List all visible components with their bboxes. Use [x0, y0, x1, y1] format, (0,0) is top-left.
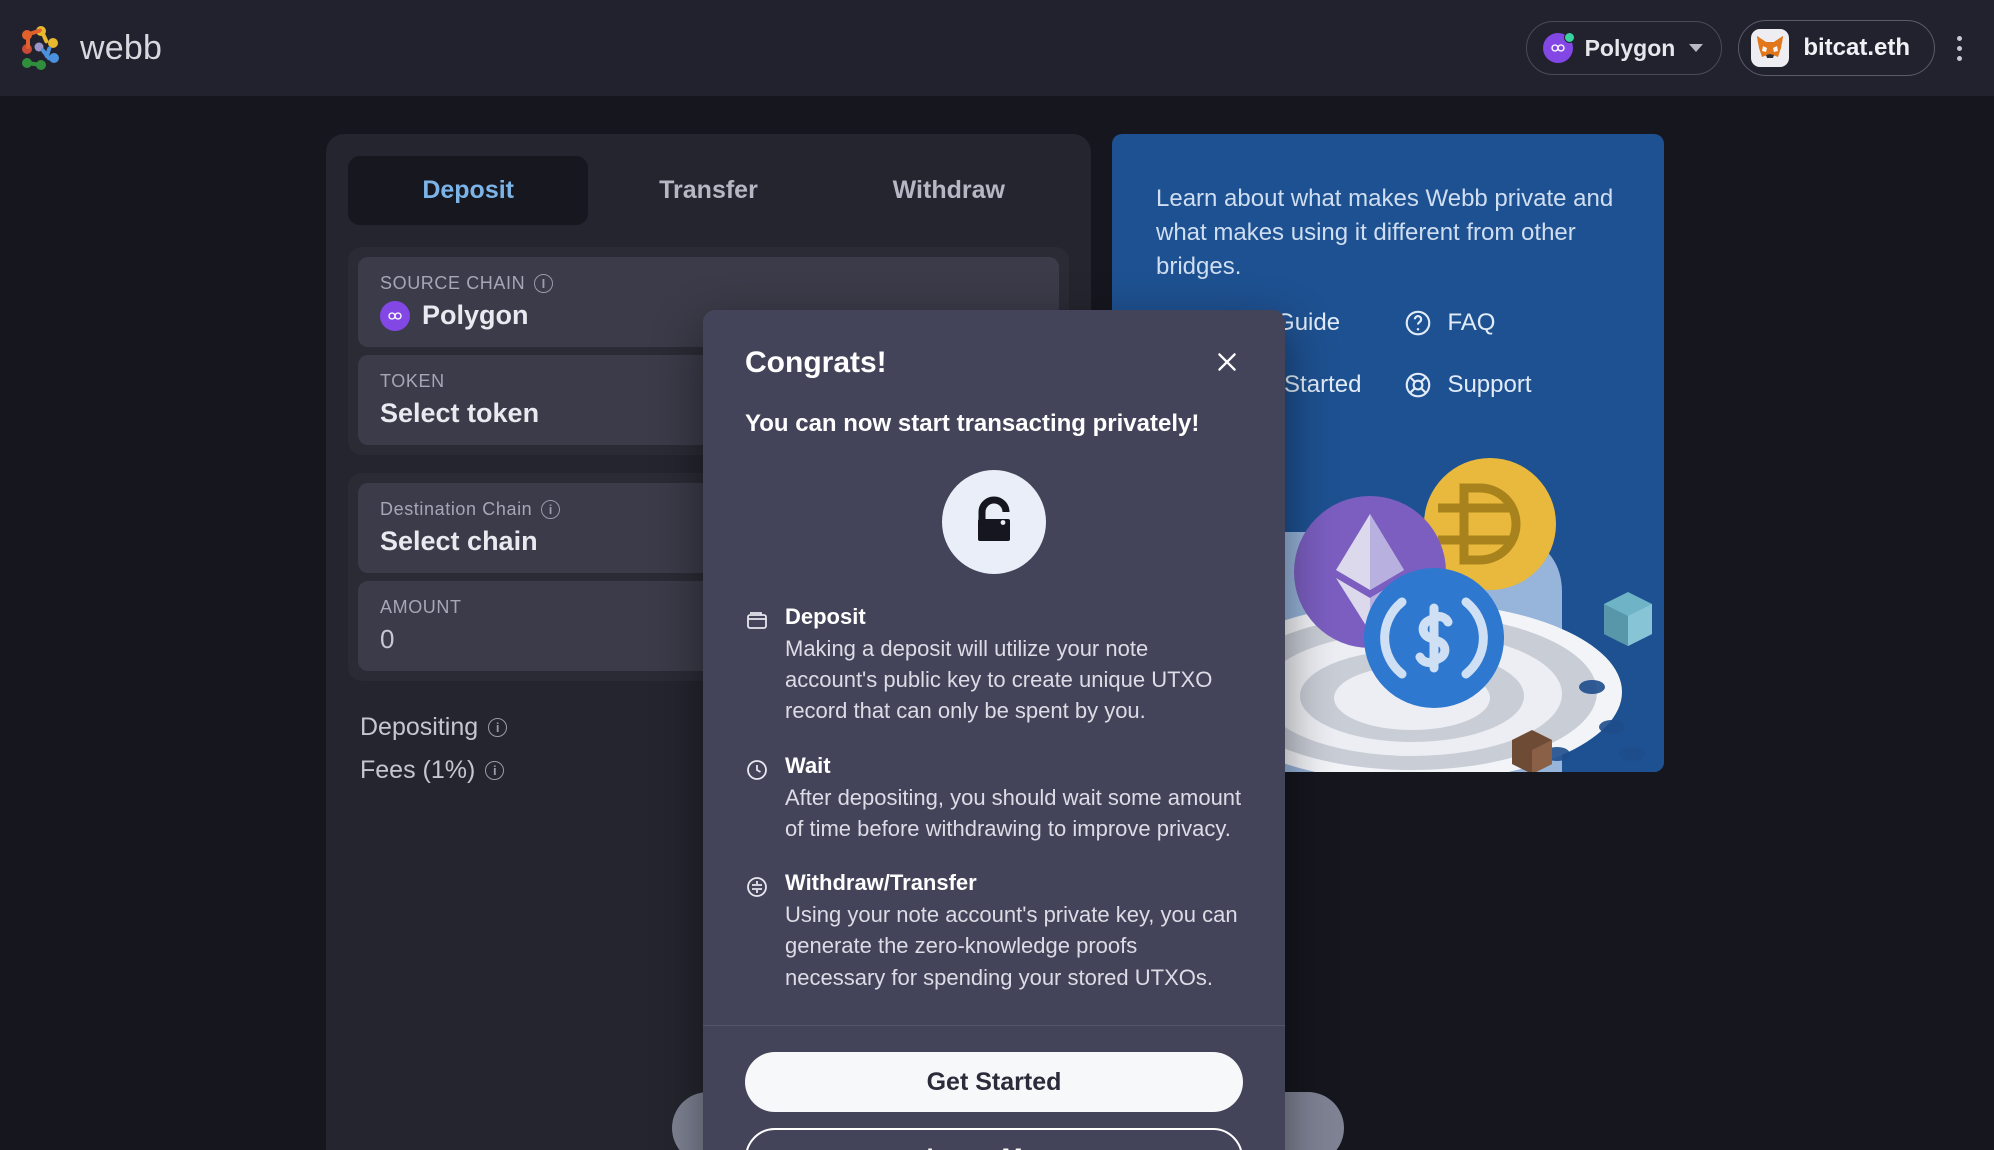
info-icon[interactable]: i — [534, 274, 554, 293]
tab-transfer[interactable]: Transfer — [588, 156, 828, 225]
webb-logo-icon — [18, 24, 66, 72]
source-chain-label: SOURCE CHAIN — [380, 273, 526, 293]
modal-hero — [703, 438, 1285, 580]
app-header: webb Polygon bitcat.eth — [0, 0, 1994, 96]
modal-item-wait: Wait After depositing, you should wait s… — [745, 753, 1243, 844]
modal-title: Congrats! — [745, 346, 887, 379]
account-label: bitcat.eth — [1803, 34, 1910, 61]
info-icon[interactable]: i — [485, 761, 505, 780]
bridge-tabs: Deposit Transfer Withdraw — [326, 134, 1091, 225]
modal-item-description: Using your note account's private key, y… — [785, 902, 1238, 990]
question-circle-icon — [1403, 308, 1433, 338]
status-badge — [1563, 32, 1575, 43]
chain-selector-button[interactable]: Polygon — [1525, 21, 1723, 75]
modal-item-withdraw-transfer: Withdraw/Transfer Using your note accoun… — [745, 870, 1243, 993]
info-icon[interactable]: i — [488, 718, 508, 737]
wallet-icon — [745, 609, 769, 633]
link-support-label: Support — [1447, 371, 1532, 399]
modal-item-description: After depositing, you should wait some a… — [785, 784, 1242, 841]
kebab-menu-icon[interactable] — [1951, 26, 1968, 71]
modal-footer: Get Started Learn More — [703, 1025, 1285, 1150]
polygon-chain-icon — [380, 300, 410, 331]
fees-label: Fees (1%) — [360, 756, 476, 784]
chain-selector-label: Polygon — [1584, 34, 1676, 61]
link-faq-label: FAQ — [1447, 309, 1496, 337]
modal-item-title: Wait — [785, 752, 831, 778]
chevron-down-icon — [1689, 44, 1704, 52]
lock-icon — [942, 470, 1046, 574]
modal-item-title: Withdraw/Transfer — [785, 870, 977, 896]
amount-label: AMOUNT — [380, 597, 462, 617]
tab-deposit[interactable]: Deposit — [348, 156, 589, 225]
modal-item-description: Making a deposit will utilize your note … — [785, 636, 1213, 724]
link-faq[interactable]: FAQ — [1403, 308, 1531, 338]
info-panel-description: Learn about what makes Webb private and … — [1156, 185, 1614, 281]
transfer-circle-icon — [745, 875, 769, 899]
get-started-button[interactable]: Get Started — [745, 1052, 1243, 1112]
modal-body: Deposit Making a deposit will utilize yo… — [703, 580, 1285, 1025]
modal-subtitle: You can now start transacting privately! — [745, 410, 1200, 437]
modal-header: Congrats! — [703, 310, 1285, 380]
brand: webb — [18, 24, 162, 72]
source-chain-value: Polygon — [422, 300, 529, 330]
destination-chain-label: Destination Chain — [380, 499, 533, 519]
clock-icon — [745, 758, 769, 782]
brand-name: webb — [80, 28, 163, 67]
congrats-modal: Congrats! You can now start transacting … — [703, 310, 1285, 1150]
info-icon[interactable]: i — [541, 500, 561, 519]
polygon-chain-icon — [1542, 32, 1575, 63]
metamask-fox-icon — [1751, 29, 1790, 67]
header-actions: Polygon bitcat.eth — [1525, 20, 1968, 76]
lifebuoy-icon — [1403, 370, 1433, 400]
depositing-label: Depositing — [360, 713, 479, 741]
modal-item-title: Deposit — [785, 604, 866, 629]
token-label: TOKEN — [380, 371, 445, 391]
main-content: Deposit Transfer Withdraw SOURCE CHAIN i — [0, 96, 1994, 1150]
account-button[interactable]: bitcat.eth — [1738, 20, 1935, 76]
source-chain-label-row: SOURCE CHAIN i — [380, 273, 1037, 294]
tab-withdraw[interactable]: Withdraw — [829, 156, 1069, 225]
modal-item-deposit: Deposit Making a deposit will utilize yo… — [745, 604, 1243, 727]
learn-more-button[interactable]: Learn More — [745, 1128, 1243, 1150]
link-support[interactable]: Support — [1403, 370, 1532, 400]
app-root: webb Polygon bitcat.eth Deposit Transfer… — [0, 0, 1994, 1150]
close-icon[interactable] — [1207, 342, 1247, 382]
